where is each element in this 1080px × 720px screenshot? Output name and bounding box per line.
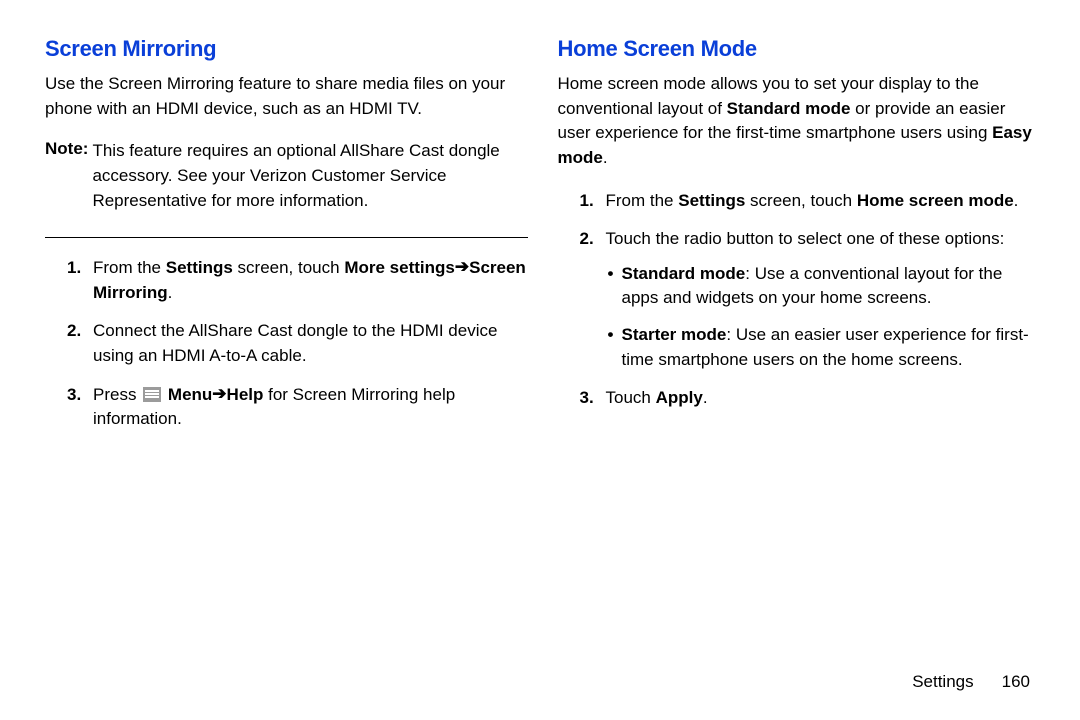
right-column: Home Screen Mode Home screen mode allows… bbox=[558, 36, 1041, 446]
footer-page-number: 160 bbox=[1002, 672, 1030, 691]
intro-text: Use the Screen Mirroring feature to shar… bbox=[45, 72, 528, 121]
left-column: Screen Mirroring Use the Screen Mirrorin… bbox=[45, 36, 528, 446]
page-footer: Settings 160 bbox=[912, 672, 1030, 692]
step-2: Touch the radio button to select one of … bbox=[606, 227, 1041, 372]
menu-icon bbox=[143, 387, 161, 402]
step-2: Connect the AllShare Cast dongle to the … bbox=[93, 319, 528, 368]
note-block: Note: This feature requires an optional … bbox=[45, 139, 528, 213]
step-1: From the Settings screen, touch More set… bbox=[93, 256, 528, 305]
steps-left: From the Settings screen, touch More set… bbox=[45, 256, 528, 432]
intro-text: Home screen mode allows you to set your … bbox=[558, 72, 1041, 171]
option-standard: Standard mode: Use a conventional layout… bbox=[622, 262, 1041, 311]
options-list: Standard mode: Use a conventional layout… bbox=[606, 262, 1041, 373]
divider bbox=[45, 237, 528, 238]
arrow-icon: ➔ bbox=[455, 255, 469, 280]
heading-home-screen-mode: Home Screen Mode bbox=[558, 36, 1041, 62]
arrow-icon: ➔ bbox=[212, 382, 226, 407]
step-1: From the Settings screen, touch Home scr… bbox=[606, 189, 1041, 214]
step-3: Touch Apply. bbox=[606, 386, 1041, 411]
step-3: Press Menu ➔ Help for Screen Mirroring h… bbox=[93, 383, 528, 432]
note-body: This feature requires an optional AllSha… bbox=[92, 139, 527, 213]
option-starter: Starter mode: Use an easier user experie… bbox=[622, 323, 1041, 372]
steps-right: From the Settings screen, touch Home scr… bbox=[558, 189, 1041, 411]
heading-screen-mirroring: Screen Mirroring bbox=[45, 36, 528, 62]
footer-section: Settings bbox=[912, 672, 973, 691]
note-label: Note: bbox=[45, 139, 92, 213]
